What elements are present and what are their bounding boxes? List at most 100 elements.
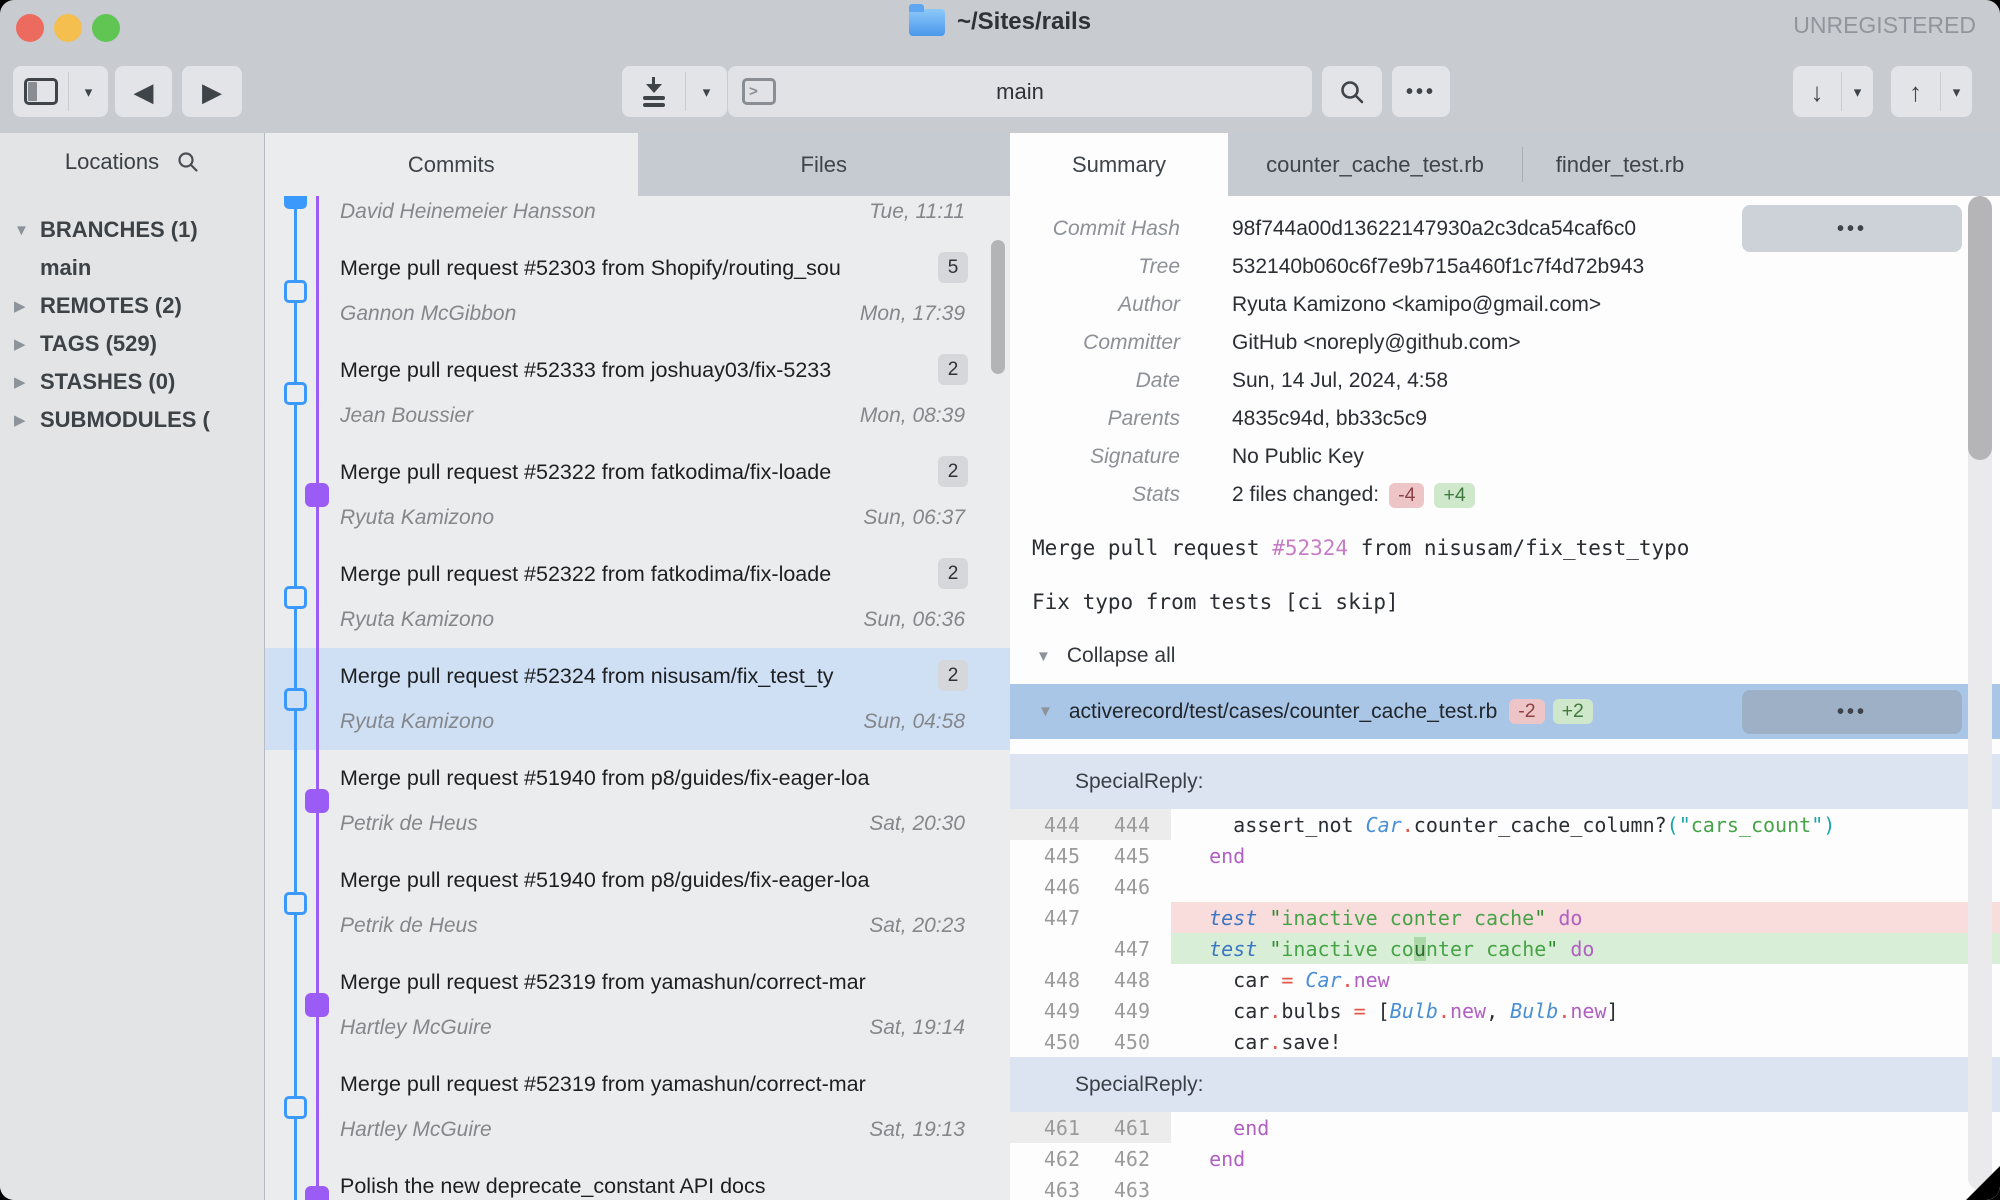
code-text: end — [1171, 840, 2000, 871]
commit-list-scrollbar[interactable] — [991, 240, 1005, 374]
code-token: cars_count — [1691, 813, 1811, 837]
code-token: . — [1342, 968, 1354, 992]
commit-author: Ryuta Kamizono — [340, 710, 494, 734]
stats-value: 2 files changed:-4+4 — [1232, 483, 1475, 508]
summary-label: Committer — [1010, 331, 1180, 355]
sidebar-search-icon[interactable] — [177, 151, 199, 173]
code-token: Car — [1305, 968, 1341, 992]
code-text: end — [1171, 1112, 2000, 1143]
commit-message: Merge pull request #52319 from yamashun/… — [340, 970, 915, 995]
hunk-header: SpecialReply: — [1010, 1057, 2000, 1112]
diff-file-header[interactable]: ▼ activerecord/test/cases/counter_cache_… — [1010, 684, 2000, 739]
disclosure-triangle-icon[interactable]: ▶ — [14, 335, 40, 353]
search-button[interactable] — [1322, 66, 1382, 117]
toggle-sidebar-button[interactable]: ▾ — [13, 66, 108, 117]
code-token: " — [1546, 937, 1558, 961]
file-deletions-badge: -2 — [1509, 699, 1544, 724]
fetch-icon — [643, 77, 665, 107]
push-button[interactable]: ↑ ▾ — [1891, 66, 1972, 117]
code-token: new — [1450, 999, 1486, 1023]
commit-row[interactable]: Merge pull request #51940 from p8/guides… — [265, 750, 1010, 852]
hunk-header: SpecialReply: — [1010, 754, 2000, 809]
code-token: car — [1185, 999, 1269, 1023]
code-token: . — [1438, 999, 1450, 1023]
detail-scrollbar-thumb[interactable] — [1968, 196, 1992, 460]
toolbar: ▾ ◀ ▶ ▾ > main ••• — [0, 50, 2000, 133]
new-line-number: 450 — [1080, 1030, 1150, 1054]
commit-actions-button[interactable]: ••• — [1742, 205, 1962, 252]
code-token: do — [1570, 937, 1594, 961]
sidebar-item-stashes-0[interactable]: ▶STASHES (0) — [0, 363, 264, 401]
collapse-all-button[interactable]: ▼ Collapse all — [1036, 644, 2000, 668]
disclosure-triangle-icon[interactable]: ▶ — [14, 373, 40, 391]
back-icon: ◀ — [134, 79, 154, 105]
commit-message: Merge pull request #52333 from joshuay03… — [340, 358, 915, 383]
locations-header: Locations — [65, 149, 159, 175]
pr-number-link[interactable]: #52324 — [1272, 536, 1348, 560]
commit-row[interactable]: Merge pull request #52319 from yamashun/… — [265, 954, 1010, 1056]
code-token: [ — [1366, 999, 1390, 1023]
commit-count-badge: 2 — [938, 558, 968, 589]
sidebar-item-branches-1[interactable]: ▼BRANCHES (1) — [0, 211, 264, 249]
commit-row[interactable]: Merge pull request #52319 from yamashun/… — [265, 1056, 1010, 1158]
line-number-gutter: 462462 — [1010, 1143, 1171, 1174]
code-token — [1185, 1147, 1209, 1171]
tab-summary[interactable]: Summary — [1010, 133, 1228, 196]
commit-row[interactable]: Polish the new deprecate_constant API do… — [265, 1158, 1010, 1200]
summary-value: GitHub <noreply@github.com> — [1232, 331, 1521, 355]
summary-row: DateSun, 14 Jul, 2024, 4:58 — [1010, 362, 2000, 400]
commit-row[interactable]: David Heinemeier HanssonTue, 11:11 — [265, 196, 1010, 240]
commit-row[interactable]: Merge pull request #52333 from joshuay03… — [265, 342, 1010, 444]
line-number-gutter: 446446 — [1010, 871, 1171, 902]
back-button[interactable]: ◀ — [115, 66, 172, 117]
push-icon: ↑ — [1909, 79, 1922, 105]
disclosure-triangle-icon[interactable]: ▼ — [14, 222, 40, 239]
more-actions-button[interactable]: ••• — [1392, 66, 1450, 117]
diff-line: 444444 assert_not Car.counter_cache_colu… — [1010, 809, 2000, 840]
line-number-gutter: 461461 — [1010, 1112, 1171, 1143]
disclosure-triangle-icon[interactable]: ▶ — [14, 297, 40, 315]
code-token: (" — [1667, 813, 1691, 837]
graph-node-commit — [284, 586, 307, 609]
sidebar-item-main[interactable]: main — [0, 249, 264, 287]
sidebar-item-remotes-2[interactable]: ▶REMOTES (2) — [0, 287, 264, 325]
commit-row[interactable]: Merge pull request #52322 from fatkodima… — [265, 444, 1010, 546]
graph-node-commit — [284, 688, 307, 711]
quick-launch-field[interactable]: > main — [728, 66, 1312, 117]
commit-date: Mon, 08:39 — [860, 404, 965, 428]
commit-row[interactable]: Merge pull request #52322 from fatkodima… — [265, 546, 1010, 648]
diff-line: 446446 — [1010, 871, 2000, 902]
code-token: counter_cache_column? — [1414, 813, 1667, 837]
sidebar-item-submodules[interactable]: ▶SUBMODULES ( — [0, 401, 264, 439]
pull-button[interactable]: ↓ ▾ — [1793, 66, 1873, 117]
fetch-button[interactable]: ▾ — [622, 66, 727, 117]
summary-row: SignatureNo Public Key — [1010, 438, 2000, 476]
graph-lane-purple — [316, 196, 319, 1200]
tab-files[interactable]: Files — [638, 133, 1011, 196]
commit-row[interactable]: Merge pull request #52324 from nisusam/f… — [265, 648, 1010, 750]
commit-row[interactable]: Merge pull request #51940 from p8/guides… — [265, 852, 1010, 954]
new-line-number: 448 — [1080, 968, 1150, 992]
commit-author: Ryuta Kamizono — [340, 608, 494, 632]
disclosure-triangle-icon[interactable]: ▶ — [14, 411, 40, 429]
forward-button[interactable]: ▶ — [182, 66, 242, 117]
tab-commits[interactable]: Commits — [265, 133, 638, 196]
summary-value: 98f744a00d13622147930a2c3dca54caf6c0 — [1232, 217, 1636, 241]
commit-meta: Ryuta KamizonoSun, 04:58 — [340, 710, 965, 734]
code-text: test "inactive conter cache" do — [1171, 902, 2000, 933]
graph-node-merge — [305, 1186, 329, 1200]
tab-finder-test[interactable]: finder_test.rb — [1523, 133, 1717, 196]
line-number-gutter: 447 — [1010, 933, 1171, 964]
commit-row[interactable]: Merge pull request #52303 from Shopify/r… — [265, 240, 1010, 342]
commits-panel: Commits Files David Heinemeier HanssonTu… — [265, 133, 1010, 1200]
code-token: . — [1269, 1030, 1281, 1054]
graph-node-commit — [284, 382, 307, 405]
file-actions-button[interactable]: ••• — [1742, 690, 1962, 734]
graph-node-commit — [284, 280, 307, 303]
summary-value: 532140b060c6f7e9b715a460f1c7f4d72b943 — [1232, 255, 1644, 279]
sidebar-item-label: REMOTES (2) — [40, 293, 182, 319]
tab-counter-cache-test[interactable]: counter_cache_test.rb — [1228, 133, 1522, 196]
sidebar-item-tags-529[interactable]: ▶TAGS (529) — [0, 325, 264, 363]
line-number-gutter: 450450 — [1010, 1026, 1171, 1057]
commit-message: Merge pull request #52303 from Shopify/r… — [340, 256, 915, 281]
